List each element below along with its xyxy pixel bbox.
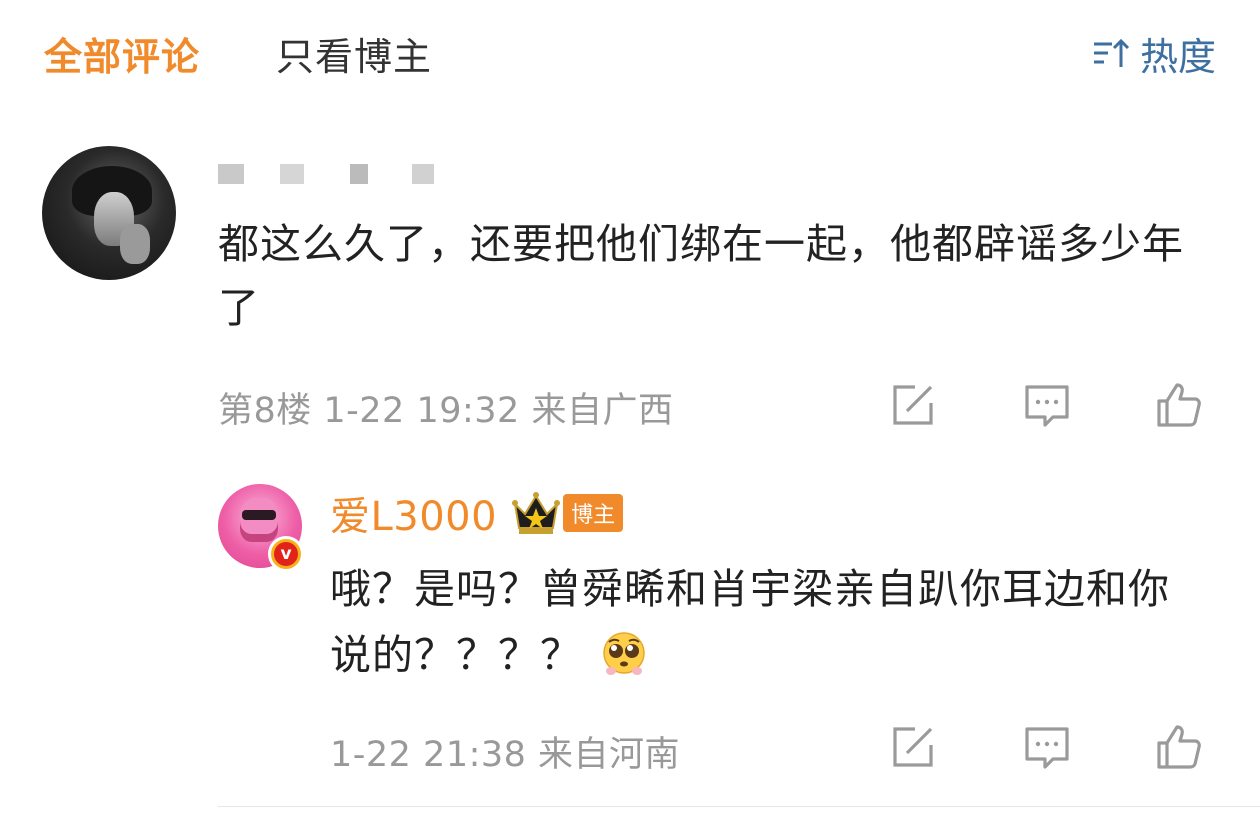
reply-author: 爱L3000 博主: [330, 484, 624, 542]
reply-actions: [886, 720, 1206, 774]
blogger-badge: 博主: [563, 494, 624, 532]
reply-meta: 1-22 21:38 来自河南: [330, 735, 681, 775]
comments-page: 全部评论 只看博主 热度 都这么久了，还要把他们绑在一起，他都辟谣多少年了 第8…: [0, 0, 1260, 827]
reply-text-content: 哦？是吗？曾舜晞和肖宇梁亲自趴你耳边和你说的？？？？: [330, 565, 1170, 679]
share-button[interactable]: [886, 720, 940, 774]
like-icon: [1157, 383, 1201, 427]
sort-icon: [1093, 38, 1130, 67]
divider: [218, 806, 1260, 807]
comment-icon: [1025, 385, 1069, 427]
commenter-avatar[interactable]: [42, 146, 176, 280]
reply-button[interactable]: [1020, 378, 1074, 432]
sort-label: 热度: [1139, 35, 1216, 79]
comment-actions: [886, 378, 1206, 432]
share-icon: [893, 727, 933, 767]
pleading-face-icon: [600, 629, 648, 677]
crown-icon: [512, 492, 561, 534]
commenter-username-redacted[interactable]: [218, 164, 434, 184]
sort-button[interactable]: 热度: [1090, 26, 1216, 81]
reply-button[interactable]: [1020, 720, 1074, 774]
comment-text: 都这么久了，还要把他们绑在一起，他都辟谣多少年了: [218, 220, 1184, 332]
reply-text: 哦？是吗？曾舜晞和肖宇梁亲自趴你耳边和你说的？？？？: [330, 556, 1210, 688]
verified-badge-icon: v: [268, 536, 304, 572]
share-button[interactable]: [886, 378, 940, 432]
like-button[interactable]: [1152, 720, 1206, 774]
comment-icon: [1025, 727, 1069, 769]
comment-meta: 第8楼 1-22 19:32 来自广西: [218, 391, 674, 431]
share-icon: [893, 385, 933, 425]
tab-blogger-only[interactable]: 只看博主: [276, 26, 432, 81]
reply-username[interactable]: 爱L3000: [330, 484, 497, 542]
like-button[interactable]: [1152, 378, 1206, 432]
tab-all-comments[interactable]: 全部评论: [44, 26, 200, 81]
like-icon: [1157, 725, 1201, 769]
